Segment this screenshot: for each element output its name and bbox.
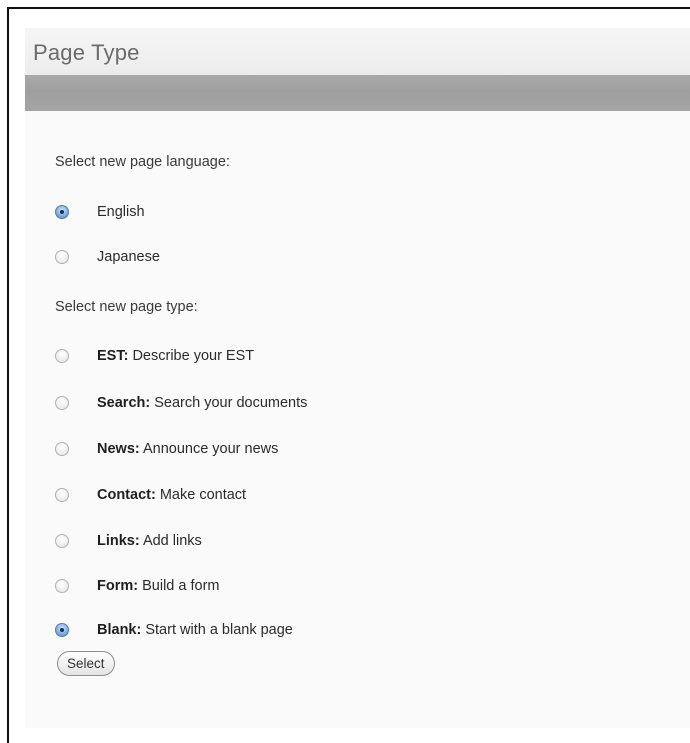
radio-label: EST: Describe your EST (97, 348, 254, 364)
panel-toolbar-bar (25, 75, 690, 111)
option-name: Blank: (97, 622, 142, 638)
radio-option-news[interactable]: News: Announce your news (55, 439, 278, 459)
radio-button[interactable] (55, 396, 69, 410)
radio-option-est[interactable]: EST: Describe your EST (55, 346, 254, 366)
option-description: Announce your news (142, 441, 279, 457)
radio-label: Form: Build a form (97, 578, 220, 594)
radio-option-japanese[interactable]: Japanese (55, 247, 160, 267)
option-name: Form: (97, 578, 139, 594)
radio-option-links[interactable]: Links: Add links (55, 531, 202, 551)
radio-button[interactable] (55, 349, 69, 363)
radio-button[interactable] (55, 534, 69, 548)
radio-label: Search: Search your documents (97, 395, 307, 411)
option-description: Build a form (142, 578, 220, 594)
radio-label: Blank: Start with a blank page (97, 622, 293, 638)
language-prompt: Select new page language: (55, 154, 230, 170)
radio-option-blank[interactable]: Blank: Start with a blank page (55, 620, 293, 640)
radio-label: Japanese (97, 249, 160, 265)
option-name: News: (97, 441, 140, 457)
option-description: Add links (142, 533, 202, 549)
panel-header: Page Type (25, 28, 690, 75)
radio-label: Links: Add links (97, 533, 202, 549)
option-description: Start with a blank page (145, 622, 293, 638)
radio-button-selected[interactable] (55, 623, 69, 637)
radio-option-search[interactable]: Search: Search your documents (55, 393, 307, 413)
option-description: Make contact (159, 487, 247, 503)
page-type-prompt: Select new page type: (55, 299, 198, 315)
radio-option-form[interactable]: Form: Build a form (55, 576, 220, 596)
radio-label: English (97, 204, 145, 220)
option-name: Links: (97, 533, 140, 549)
radio-label: Contact: Make contact (97, 487, 246, 503)
radio-button[interactable] (55, 250, 69, 264)
radio-button[interactable] (55, 488, 69, 502)
option-description: Describe your EST (132, 348, 255, 364)
option-name: Contact: (97, 487, 156, 503)
option-description: Search your documents (154, 395, 308, 411)
radio-button[interactable] (55, 442, 69, 456)
radio-button-selected[interactable] (55, 205, 69, 219)
radio-option-contact[interactable]: Contact: Make contact (55, 485, 246, 505)
option-name: EST: (97, 348, 129, 364)
option-name: Search: (97, 395, 151, 411)
radio-button[interactable] (55, 579, 69, 593)
select-button[interactable]: Select (57, 651, 115, 676)
radio-label: News: Announce your news (97, 441, 278, 457)
radio-option-english[interactable]: English (55, 202, 145, 222)
panel-title: Page Type (33, 40, 140, 65)
